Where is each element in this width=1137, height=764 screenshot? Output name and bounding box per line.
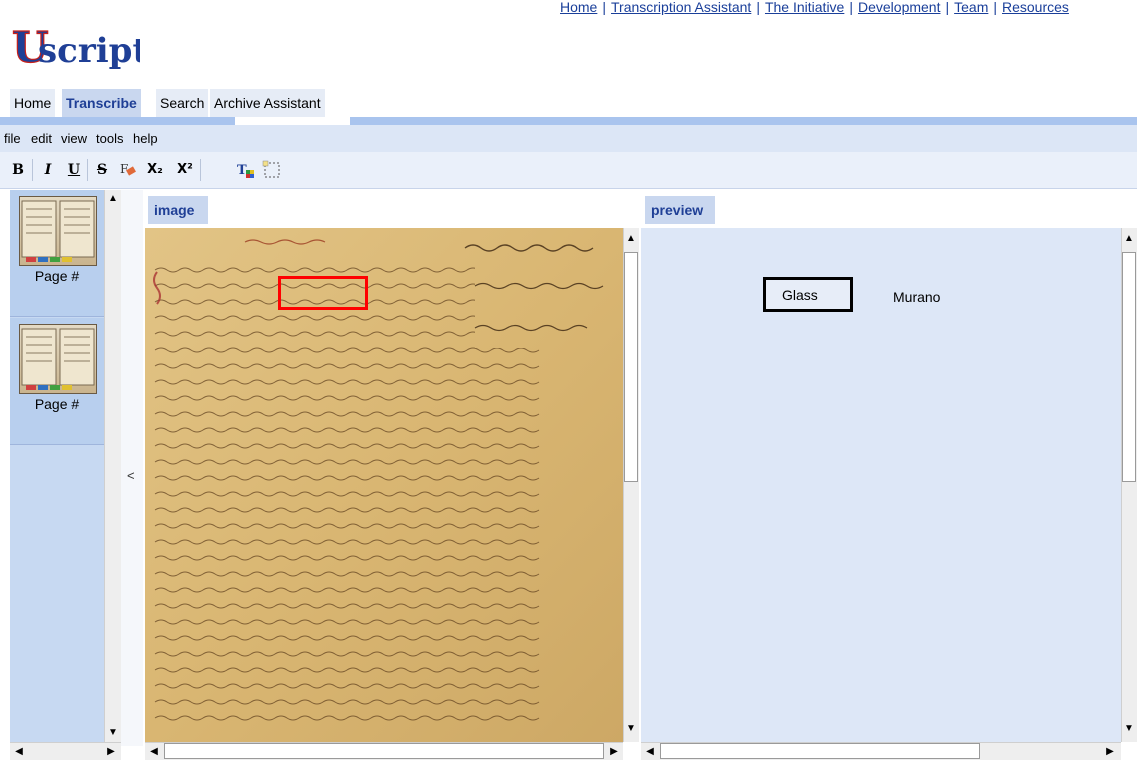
image-horizontal-scroll-thumb[interactable] (164, 743, 604, 759)
menu-file[interactable]: file (4, 131, 21, 146)
scroll-up-icon[interactable]: ▲ (106, 192, 120, 206)
text-format-icon[interactable]: T (236, 160, 256, 180)
thumbnail-scrollbar[interactable]: ▲ ▼ (104, 190, 121, 746)
italic-icon[interactable]: I (38, 160, 58, 180)
format-toolbar: B I U S F X₂ X² T (0, 152, 1137, 189)
menu-view[interactable]: view (61, 131, 87, 146)
preview-panel (641, 228, 1121, 742)
preview-boxed-word[interactable]: Glass (763, 277, 853, 312)
top-link-development[interactable]: Development (858, 0, 941, 15)
separator: | (993, 0, 997, 15)
manuscript-image[interactable] (145, 228, 623, 742)
menu-help[interactable]: help (133, 131, 158, 146)
preview-scroll-thumb[interactable] (1122, 252, 1136, 482)
scroll-right-icon[interactable]: ▶ (1103, 745, 1117, 759)
image-panel-title: image (148, 196, 208, 224)
toolbar-divider (87, 159, 88, 181)
scroll-up-icon[interactable]: ▲ (624, 232, 638, 246)
scroll-down-icon[interactable]: ▼ (624, 722, 638, 736)
scroll-left-icon[interactable]: ◀ (12, 745, 26, 759)
superscript-icon[interactable]: X² (175, 160, 195, 180)
tab-strip (0, 117, 235, 125)
separator: | (756, 0, 760, 15)
top-link-resources[interactable]: Resources (1002, 0, 1069, 15)
top-link-home[interactable]: Home (560, 0, 597, 15)
separator: | (849, 0, 853, 15)
scroll-right-icon[interactable]: ▶ (104, 745, 118, 759)
thumbnail-list: Page # Page # (10, 190, 104, 746)
tab-strip (350, 117, 1137, 125)
scroll-down-icon[interactable]: ▼ (106, 726, 120, 740)
main-tabs: Home Transcribe Search Archive Assistant (10, 89, 350, 117)
bold-icon[interactable]: B (8, 160, 28, 180)
uscript-logo[interactable]: U script (10, 18, 140, 76)
collapse-arrow-icon[interactable]: < (127, 468, 135, 483)
image-panel-header (145, 196, 639, 224)
tab-archive-assistant[interactable]: Archive Assistant (210, 89, 325, 117)
preview-word[interactable]: Murano (893, 289, 940, 305)
preview-panel-title: preview (645, 196, 715, 224)
top-link-transcription-assistant[interactable]: Transcription Assistant (611, 0, 751, 15)
tab-search[interactable]: Search (156, 89, 209, 117)
thumbnail-horizontal-scrollbar[interactable]: ◀ ▶ (10, 742, 121, 760)
tab-home[interactable]: Home (10, 89, 56, 117)
page-thumbnail-label: Page # (34, 268, 80, 284)
page-thumbnail-label: Page # (34, 396, 80, 412)
preview-horizontal-scroll-thumb[interactable] (660, 743, 980, 759)
tab-transcribe[interactable]: Transcribe (62, 89, 141, 117)
menu-tools[interactable]: tools (96, 131, 123, 146)
top-link-team[interactable]: Team (954, 0, 988, 15)
svg-text:script: script (38, 31, 140, 71)
scroll-right-icon[interactable]: ▶ (607, 745, 621, 759)
collapse-panel-bar[interactable]: < (121, 190, 143, 746)
underline-icon[interactable]: U (64, 160, 84, 180)
separator: | (945, 0, 950, 15)
page-thumbnail[interactable]: Page # (10, 190, 104, 317)
separator: | (602, 0, 606, 15)
strikethrough-icon[interactable]: S (92, 160, 112, 180)
svg-text:F: F (120, 162, 128, 176)
top-link-initiative[interactable]: The Initiative (765, 0, 844, 15)
page-thumbnail-image (19, 196, 97, 266)
eraser-icon[interactable]: F (118, 160, 138, 180)
toolbar-divider (32, 159, 33, 181)
image-scroll-thumb[interactable] (624, 252, 638, 482)
scroll-up-icon[interactable]: ▲ (1122, 232, 1136, 246)
selected-word-highlight[interactable] (278, 276, 368, 310)
menu-edit[interactable]: edit (31, 131, 52, 146)
menu-bar: file edit view tools help (0, 125, 1137, 152)
svg-text:T: T (237, 163, 247, 178)
toolbar-divider (200, 159, 201, 181)
top-nav: Home | Transcription Assistant | The Initiat… (560, 0, 1137, 16)
select-region-icon[interactable] (262, 160, 282, 180)
page-thumbnail-image (19, 324, 97, 394)
page-thumbnail[interactable]: Page # (10, 318, 104, 445)
scroll-down-icon[interactable]: ▼ (1122, 722, 1136, 736)
scroll-left-icon[interactable]: ◀ (643, 745, 657, 759)
subscript-icon[interactable]: X₂ (145, 160, 165, 180)
scroll-left-icon[interactable]: ◀ (147, 745, 161, 759)
